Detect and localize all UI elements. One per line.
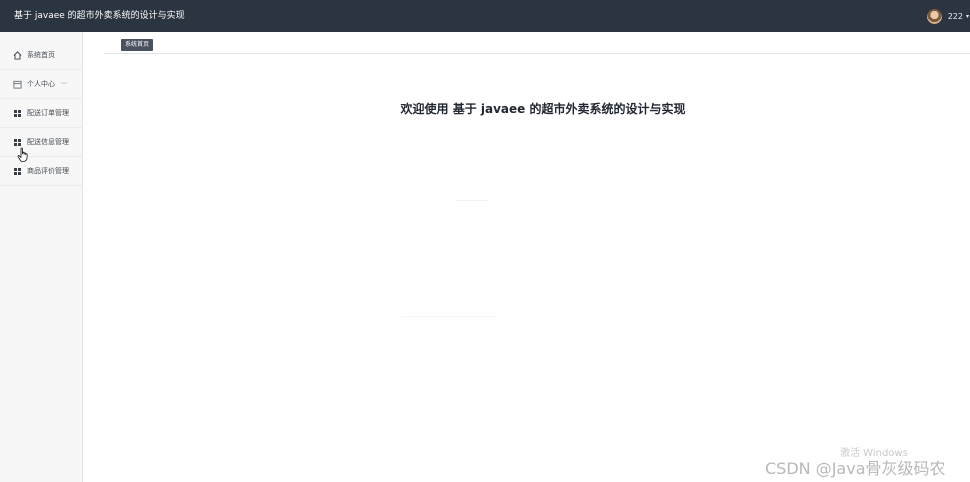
sidebar-item-label: 配送信息管理 <box>27 138 69 146</box>
sidebar-menu: 系统首页 个人中心 ﹀ 配送订单管理 配送信息管理 商品评价管理 <box>0 41 82 186</box>
calendar-icon <box>12 79 22 89</box>
home-icon <box>12 50 22 60</box>
sidebar-item-delivery-info[interactable]: 配送信息管理 <box>0 128 82 157</box>
sidebar-item-delivery-orders[interactable]: 配送订单管理 <box>0 99 82 128</box>
grid-icon <box>12 137 22 147</box>
tab-bar: 系统首页 <box>104 32 970 54</box>
csdn-watermark: CSDN @Java骨灰级码农 <box>765 459 946 478</box>
sidebar-item-label: 商品评价管理 <box>27 167 69 175</box>
grid-icon <box>12 108 22 118</box>
hand-cursor-icon <box>17 147 28 162</box>
top-navbar: 基于 javaee 的超市外卖系统的设计与实现 222 ▾ <box>0 0 970 32</box>
sidebar-item-home[interactable]: 系统首页 <box>0 41 82 70</box>
chevron-down-icon[interactable]: ﹀ <box>61 80 67 89</box>
divider <box>402 316 496 317</box>
user-menu[interactable]: 222 ▾ <box>926 7 970 25</box>
avatar[interactable] <box>926 8 942 24</box>
username[interactable]: 222 <box>948 12 963 21</box>
welcome-heading: 欢迎使用 基于 javaee 的超市外卖系统的设计与实现 <box>400 102 686 116</box>
sidebar: 系统首页 个人中心 ﹀ 配送订单管理 配送信息管理 商品评价管理 <box>0 32 83 482</box>
divider <box>455 200 489 201</box>
tab-home[interactable]: 系统首页 <box>121 39 154 51</box>
sidebar-item-profile[interactable]: 个人中心 ﹀ <box>0 70 82 99</box>
sidebar-item-label: 个人中心 <box>27 80 55 88</box>
app-title: 基于 javaee 的超市外卖系统的设计与实现 <box>14 11 185 21</box>
sidebar-item-product-reviews[interactable]: 商品评价管理 <box>0 157 82 186</box>
sidebar-item-label: 系统首页 <box>27 51 55 59</box>
grid-icon <box>12 166 22 176</box>
sidebar-item-label: 配送订单管理 <box>27 109 69 117</box>
chevron-down-icon[interactable]: ▾ <box>966 13 970 20</box>
